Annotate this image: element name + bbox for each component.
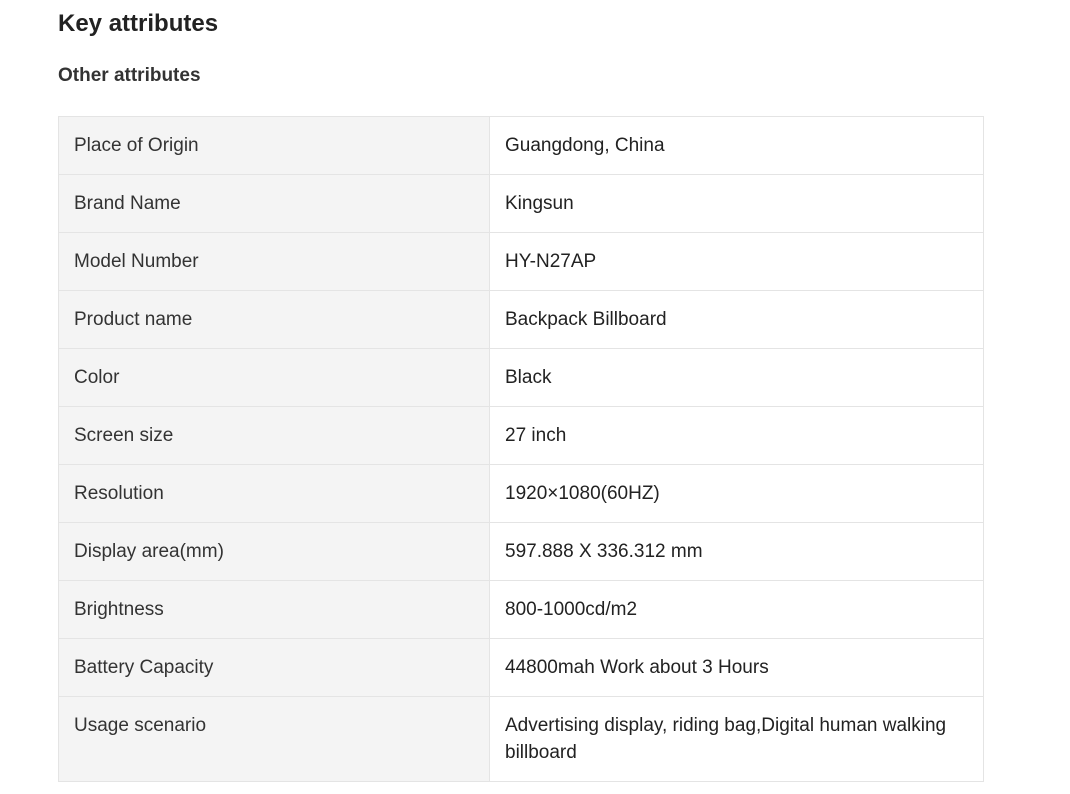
table-row: Brightness 800-1000cd/m2 — [58, 580, 984, 639]
table-row: Model Number HY-N27AP — [58, 232, 984, 291]
attribute-value: HY-N27AP — [489, 232, 984, 291]
table-row: Place of Origin Guangdong, China — [58, 116, 984, 175]
attribute-key: Display area(mm) — [58, 522, 490, 581]
attribute-key: Usage scenario — [58, 696, 490, 782]
attribute-value: Advertising display, riding bag,Digital … — [489, 696, 984, 782]
attribute-key: Battery Capacity — [58, 638, 490, 697]
section-title: Key attributes — [58, 10, 219, 37]
table-row: Brand Name Kingsun — [58, 174, 984, 233]
attribute-value: Kingsun — [489, 174, 984, 233]
attribute-value: 44800mah Work about 3 Hours — [489, 638, 984, 697]
table-row: Usage scenario Advertising display, ridi… — [58, 696, 984, 782]
attribute-value: Black — [489, 348, 984, 407]
key-attributes-section: Key attributes Other attributes Place of… — [58, 0, 984, 782]
attribute-key: Product name — [58, 290, 490, 349]
attribute-value: 597.888 X 336.312 mm — [489, 522, 984, 581]
attribute-key: Color — [58, 348, 490, 407]
attribute-value: Guangdong, China — [489, 116, 984, 175]
section-subtitle: Other attributes — [58, 65, 201, 86]
attribute-value: 1920×1080(60HZ) — [489, 464, 984, 523]
table-row: Product name Backpack Billboard — [58, 290, 984, 349]
table-row: Battery Capacity 44800mah Work about 3 H… — [58, 638, 984, 697]
table-row: Screen size 27 inch — [58, 406, 984, 465]
table-row: Display area(mm) 597.888 X 336.312 mm — [58, 522, 984, 581]
attribute-key: Screen size — [58, 406, 490, 465]
table-row: Color Black — [58, 348, 984, 407]
table-row: Resolution 1920×1080(60HZ) — [58, 464, 984, 523]
attributes-table: Place of Origin Guangdong, China Brand N… — [58, 116, 984, 782]
attribute-key: Resolution — [58, 464, 490, 523]
attribute-key: Place of Origin — [58, 116, 490, 175]
attribute-value: 800-1000cd/m2 — [489, 580, 984, 639]
attribute-value: Backpack Billboard — [489, 290, 984, 349]
attribute-value: 27 inch — [489, 406, 984, 465]
attribute-key: Brightness — [58, 580, 490, 639]
attribute-key: Model Number — [58, 232, 490, 291]
attribute-key: Brand Name — [58, 174, 490, 233]
